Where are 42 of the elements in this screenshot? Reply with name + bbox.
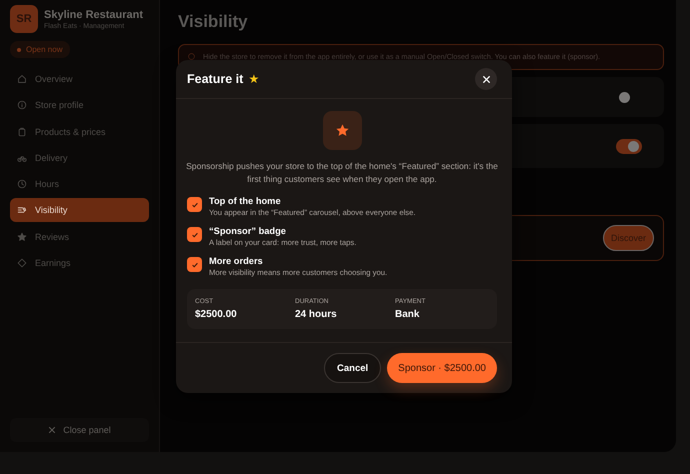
cancel-button[interactable]: Cancel	[324, 353, 382, 383]
star-mark: ★	[248, 72, 260, 86]
close-icon	[482, 74, 490, 84]
summary-value: 24 hours	[295, 309, 338, 320]
check-icon	[190, 260, 198, 268]
nav-item[interactable]: Store profile	[10, 93, 149, 118]
star-icon	[334, 123, 350, 138]
house-icon	[17, 74, 27, 84]
star-icon	[17, 232, 27, 242]
check-icon	[190, 230, 198, 238]
clock-icon	[17, 179, 27, 190]
close-button[interactable]	[475, 68, 497, 90]
status-pill: Open now	[10, 41, 70, 58]
avatar: SR	[10, 5, 38, 33]
clipboard-icon	[17, 126, 27, 137]
benefit-title: More orders	[209, 256, 264, 266]
nav-item[interactable]: Visibility	[10, 198, 149, 222]
nav-item[interactable]: Overview	[10, 67, 149, 91]
sponsor-button[interactable]: Sponsor · $2500.00	[387, 353, 497, 383]
check-icon	[190, 200, 198, 208]
checkbox[interactable]	[187, 257, 202, 272]
benefit-title: “Sponsor” badge	[209, 226, 287, 236]
close-icon	[48, 426, 56, 434]
close-panel-button[interactable]: Close panel	[10, 418, 149, 442]
tag-icon	[17, 258, 27, 268]
dialog-description: Sponsorship pushes your store to the top of the home's “Featured” section: it's the first thing customers see when they open the app.	[185, 160, 499, 185]
summary-value: Bank	[395, 309, 420, 320]
checkbox[interactable]	[187, 197, 202, 212]
nav-item[interactable]: Earnings	[10, 251, 149, 276]
nav-item[interactable]: Products & prices	[10, 120, 149, 144]
page-title: Visibility	[178, 12, 249, 32]
discover-button[interactable]: Discover	[602, 225, 654, 251]
nav-item[interactable]: Hours	[10, 172, 149, 196]
restaurant-name: Skyline Restaurant	[44, 8, 144, 20]
toggle-switch[interactable]	[616, 138, 642, 154]
nav-item[interactable]: Delivery	[10, 146, 149, 170]
sliders-icon	[17, 205, 27, 216]
nav-item[interactable]: Reviews	[10, 224, 149, 249]
benefit-title: Top of the home	[209, 196, 282, 206]
checkbox[interactable]	[187, 227, 202, 242]
summary-value: $2500.00	[195, 309, 238, 320]
dialog-title: Feature it	[187, 72, 244, 86]
